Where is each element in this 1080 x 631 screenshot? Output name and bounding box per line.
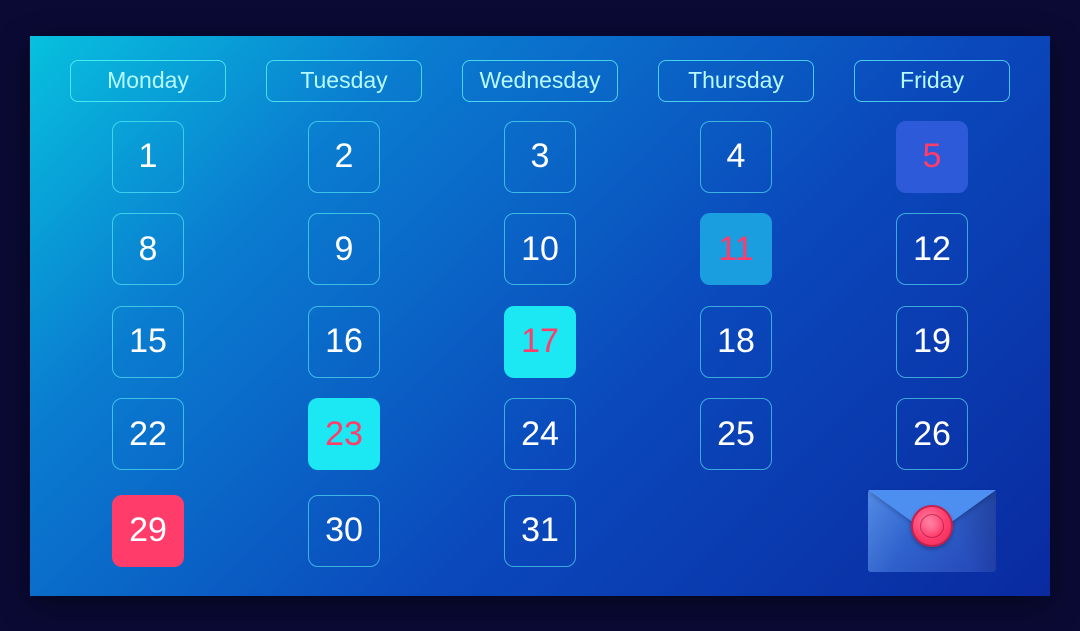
day-25[interactable]: 25 (700, 398, 772, 470)
day-26[interactable]: 26 (896, 398, 968, 470)
day-5[interactable]: 5 (896, 121, 968, 193)
seal-icon (911, 505, 953, 547)
day-19[interactable]: 19 (896, 306, 968, 378)
day-2[interactable]: 2 (308, 121, 380, 193)
day-header-friday: Friday (854, 60, 1010, 102)
day-10[interactable]: 10 (504, 213, 576, 285)
day-12[interactable]: 12 (896, 213, 968, 285)
day-8[interactable]: 8 (112, 213, 184, 285)
day-header-monday: Monday (70, 60, 226, 102)
day-22[interactable]: 22 (112, 398, 184, 470)
day-header-tuesday: Tuesday (266, 60, 422, 102)
day-30[interactable]: 30 (308, 495, 380, 567)
day-29[interactable]: 29 (112, 495, 184, 567)
mail-button[interactable] (854, 490, 1010, 572)
day-16[interactable]: 16 (308, 306, 380, 378)
day-3[interactable]: 3 (504, 121, 576, 193)
calendar-panel: Monday Tuesday Wednesday Thursday Friday… (30, 36, 1050, 596)
day-9[interactable]: 9 (308, 213, 380, 285)
mail-icon (868, 490, 996, 572)
day-4[interactable]: 4 (700, 121, 772, 193)
day-header-wednesday: Wednesday (462, 60, 618, 102)
day-18[interactable]: 18 (700, 306, 772, 378)
day-17[interactable]: 17 (504, 306, 576, 378)
day-31[interactable]: 31 (504, 495, 576, 567)
day-15[interactable]: 15 (112, 306, 184, 378)
empty-cell (658, 490, 814, 572)
day-23[interactable]: 23 (308, 398, 380, 470)
day-11[interactable]: 11 (700, 213, 772, 285)
calendar-grid: Monday Tuesday Wednesday Thursday Friday… (70, 60, 1010, 572)
day-1[interactable]: 1 (112, 121, 184, 193)
day-header-thursday: Thursday (658, 60, 814, 102)
day-24[interactable]: 24 (504, 398, 576, 470)
